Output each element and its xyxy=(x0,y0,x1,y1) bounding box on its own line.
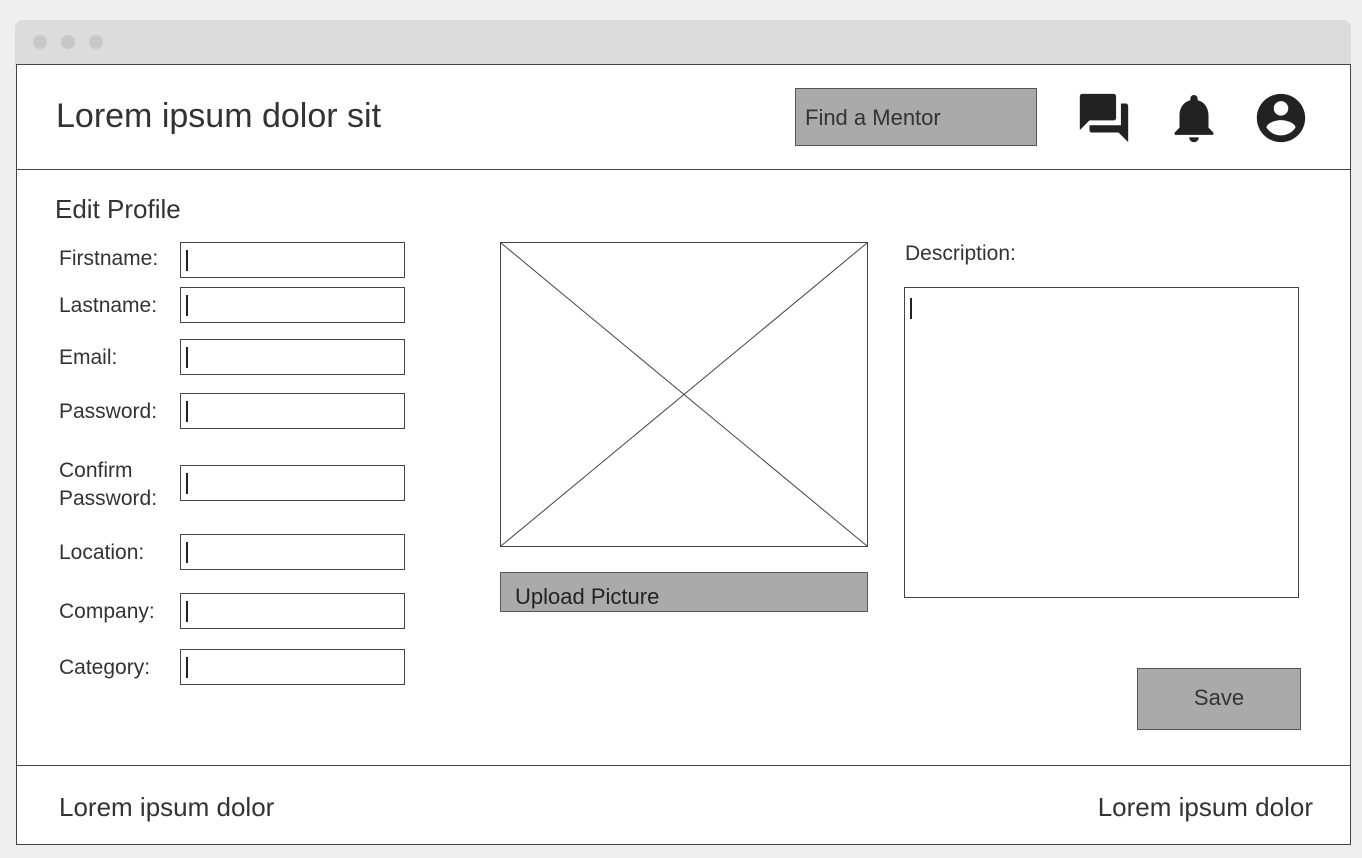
find-mentor-search[interactable]: Find a Mentor xyxy=(795,88,1037,146)
app-title: Lorem ipsum dolor sit xyxy=(56,97,382,135)
email-label: Email: xyxy=(59,346,118,369)
password-label: Password: xyxy=(59,400,158,423)
confirm-password-label: Confirm Password: xyxy=(59,457,157,513)
text-caret xyxy=(186,542,188,563)
app-frame: Lorem ipsum dolor sit Find a Mentor Edit… xyxy=(16,64,1351,845)
password-field[interactable] xyxy=(180,393,405,429)
save-button[interactable]: Save xyxy=(1137,668,1301,730)
text-caret xyxy=(186,657,188,678)
description-label: Description: xyxy=(905,242,1016,265)
text-caret xyxy=(910,298,912,319)
window-dot-icon xyxy=(61,35,75,49)
location-field[interactable] xyxy=(180,534,405,570)
text-caret xyxy=(186,401,188,422)
location-label: Location: xyxy=(59,541,145,564)
profile-picture-placeholder xyxy=(500,242,868,547)
window-dot-icon xyxy=(33,35,47,49)
company-field[interactable] xyxy=(180,593,405,629)
text-caret xyxy=(186,601,188,622)
window-titlebar xyxy=(15,20,1351,66)
footer: Lorem ipsum dolor Lorem ipsum dolor xyxy=(17,765,1350,845)
confirm-password-field[interactable] xyxy=(180,465,405,501)
confirm-password-label-line2: Password: xyxy=(59,487,158,510)
window-dot-icon xyxy=(89,35,103,49)
category-label: Category: xyxy=(59,656,151,679)
text-caret xyxy=(186,295,188,316)
forum-icon[interactable] xyxy=(1075,89,1133,147)
email-field[interactable] xyxy=(180,339,405,375)
category-field[interactable] xyxy=(180,649,405,685)
page-title: Edit Profile xyxy=(55,194,181,224)
lastname-label: Lastname: xyxy=(59,294,158,317)
confirm-password-label-line1: Confirm xyxy=(59,459,133,482)
text-caret xyxy=(186,250,188,271)
account-icon[interactable] xyxy=(1252,89,1310,147)
firstname-field[interactable] xyxy=(180,242,405,278)
text-caret xyxy=(186,347,188,368)
lastname-field[interactable] xyxy=(180,287,405,323)
company-label: Company: xyxy=(59,600,155,623)
text-caret xyxy=(186,473,188,494)
footer-right-text: Lorem ipsum dolor xyxy=(1097,792,1313,822)
description-textarea[interactable] xyxy=(904,287,1299,598)
upload-picture-button[interactable]: Upload Picture xyxy=(500,572,868,612)
firstname-label: Firstname: xyxy=(59,247,159,270)
header: Lorem ipsum dolor sit Find a Mentor xyxy=(17,65,1350,170)
footer-left-text: Lorem ipsum dolor xyxy=(59,792,275,822)
bell-icon[interactable] xyxy=(1165,89,1223,147)
